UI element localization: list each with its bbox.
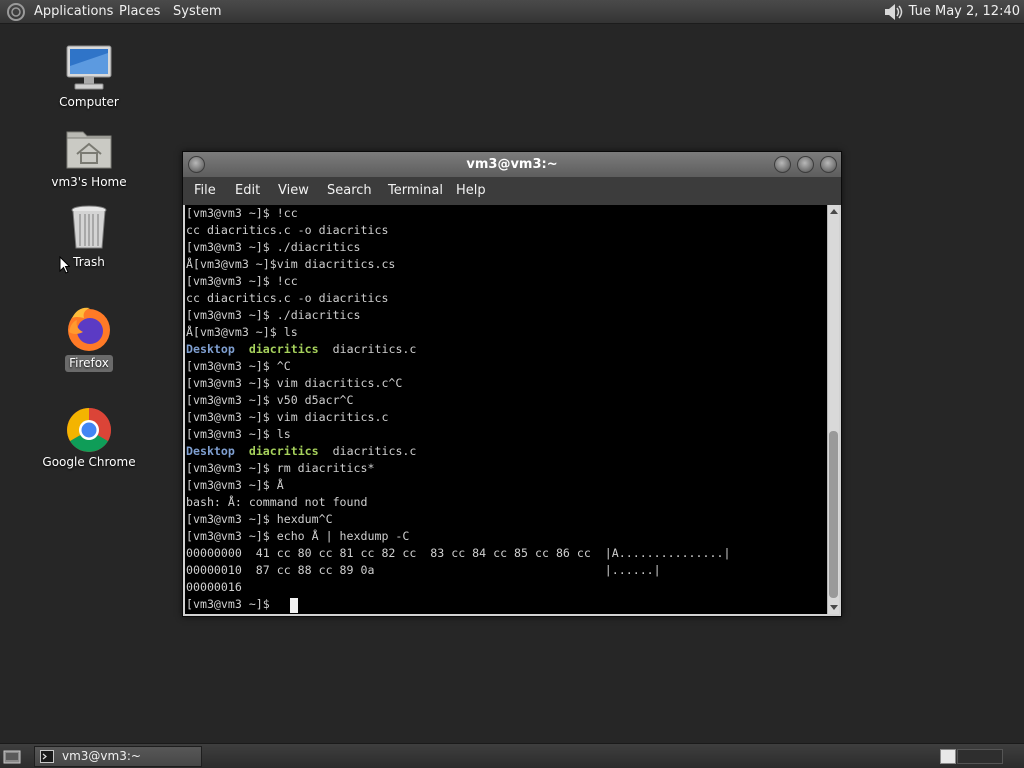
terminal-line: [vm3@vm3 ~]$ !cc — [186, 274, 298, 288]
terminal-line: [vm3@vm3 ~]$ ./diacritics — [186, 240, 361, 254]
terminal-line: [vm3@vm3 ~]$ rm diacritics* — [186, 461, 375, 475]
scrollbar[interactable] — [827, 205, 839, 614]
clock[interactable]: Tue May 2, 12:40 — [909, 3, 1020, 20]
minimize-button[interactable] — [774, 156, 791, 173]
system-menu[interactable]: System — [173, 3, 221, 20]
ls-entry-executable: diacritics — [248, 444, 319, 458]
workspace-2-switcher[interactable] — [957, 749, 1003, 764]
menu-file[interactable]: File — [194, 183, 216, 199]
menu-help[interactable]: Help — [456, 183, 486, 199]
terminal-cursor — [290, 598, 298, 613]
terminal-line: [vm3@vm3 ~]$ ls — [186, 427, 291, 441]
terminal-menu-bar: File Edit View Search Terminal Help — [183, 177, 841, 205]
terminal-line: [vm3@vm3 ~]$ v50 d5acr^C — [186, 393, 354, 407]
terminal-output[interactable]: [vm3@vm3 ~]$ !cc cc diacritics.c -o diac… — [185, 205, 827, 614]
desktop-icon-label: Trash — [73, 255, 105, 269]
ls-output-line: Desktop diacritics diacritics.c — [186, 341, 416, 358]
terminal-window[interactable]: vm3@vm3:~ File Edit View Search Terminal… — [182, 151, 842, 617]
window-title: vm3@vm3:~ — [466, 157, 558, 172]
menu-search[interactable]: Search — [327, 183, 372, 199]
workspace-1-switcher[interactable] — [940, 749, 956, 764]
chrome-icon — [67, 408, 111, 452]
ls-entry-directory: Desktop — [186, 342, 235, 356]
distro-logo-icon[interactable] — [5, 2, 27, 22]
terminal-line: [vm3@vm3 ~]$ echo Å | hexdump -C — [186, 529, 410, 543]
terminal-line: cc diacritics.c -o diacritics — [186, 291, 389, 305]
desktop-icon-label: vm3's Home — [51, 175, 127, 189]
firefox-icon — [68, 307, 110, 351]
scroll-up-arrow-icon[interactable] — [829, 207, 839, 215]
bottom-panel: vm3@vm3:~ — [0, 743, 1024, 768]
title-bar[interactable]: vm3@vm3:~ — [183, 152, 841, 177]
places-menu[interactable]: Places — [119, 3, 160, 20]
menu-terminal[interactable]: Terminal — [388, 183, 443, 199]
close-button[interactable] — [820, 156, 837, 173]
maximize-button[interactable] — [797, 156, 814, 173]
terminal-line: [vm3@vm3 ~]$ ./diacritics — [186, 308, 361, 322]
applications-menu[interactable]: Applications — [34, 3, 113, 20]
taskbar-window-button[interactable]: vm3@vm3:~ — [34, 746, 202, 767]
terminal-line: bash: Å: command not found — [186, 495, 368, 509]
menu-view[interactable]: View — [278, 183, 309, 199]
terminal-line: [vm3@vm3 ~]$ vim diacritics.c^C — [186, 376, 403, 390]
volume-icon[interactable] — [882, 2, 904, 22]
terminal-line: 00000016 — [186, 580, 242, 594]
menu-edit[interactable]: Edit — [235, 183, 260, 199]
terminal-line: Å[vm3@vm3 ~]$ ls — [186, 325, 298, 339]
terminal-line: 00000000 41 cc 80 cc 81 cc 82 cc 83 cc 8… — [186, 546, 731, 560]
desktop-icon-label: Computer — [59, 95, 119, 109]
top-panel: Applications Places System Tue May 2, 12… — [0, 0, 1024, 24]
desktop-icon-label: Google Chrome — [42, 455, 136, 469]
ls-entry-file: diacritics.c — [332, 342, 417, 356]
scroll-down-arrow-icon[interactable] — [829, 604, 839, 612]
mouse-pointer-icon — [59, 256, 70, 274]
firefox-label: Firefox — [65, 355, 113, 372]
terminal-line: [vm3@vm3 ~]$ Å — [186, 478, 284, 492]
ls-entry-directory: Desktop — [186, 444, 235, 458]
show-desktop-icon[interactable] — [3, 749, 21, 764]
ls-output-line: Desktop diacritics diacritics.c — [186, 443, 416, 460]
scroll-thumb[interactable] — [829, 431, 838, 598]
ls-entry-file: diacritics.c — [332, 444, 417, 458]
taskbar-window-label: vm3@vm3:~ — [62, 749, 141, 763]
desktop-icon-label: Firefox — [34, 355, 144, 372]
terminal-line: Å[vm3@vm3 ~]$vim diacritics.cs — [186, 257, 396, 271]
home-folder-icon — [66, 131, 112, 169]
terminal-line: cc diacritics.c -o diacritics — [186, 223, 389, 237]
computer-icon — [66, 45, 112, 90]
trash-icon — [71, 205, 107, 249]
terminal-icon — [40, 750, 54, 763]
terminal-line: 00000010 87 cc 88 cc 89 0a |......| — [186, 563, 661, 577]
terminal-line: [vm3@vm3 ~]$ ^C — [186, 359, 291, 373]
ls-entry-executable: diacritics — [248, 342, 319, 356]
terminal-line: [vm3@vm3 ~]$ hexdum^C — [186, 512, 333, 526]
terminal-line: [vm3@vm3 ~]$ vim diacritics.c — [186, 410, 389, 424]
prompt-line: [vm3@vm3 ~]$ — [186, 597, 277, 611]
terminal-line: [vm3@vm3 ~]$ !cc — [186, 206, 298, 220]
